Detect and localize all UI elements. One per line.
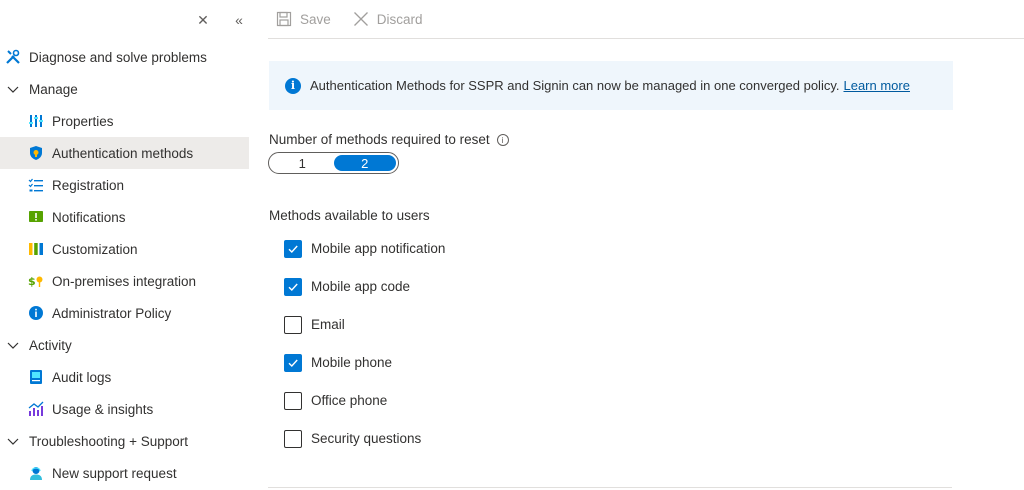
- checkmark-icon: [288, 245, 298, 254]
- sidebar-nav: Diagnose and solve problems Manage Propert…: [0, 41, 249, 489]
- diagnose-icon: [5, 49, 21, 65]
- sidebar-item-audit-logs[interactable]: Audit logs: [0, 361, 249, 393]
- save-icon: [276, 11, 292, 27]
- sidebar-item-manage[interactable]: Manage: [0, 73, 249, 105]
- administrator-policy-icon: [28, 305, 44, 321]
- sidebar: ✕ « Diagnose and solve problems Manage Pro…: [0, 0, 249, 490]
- method-checkbox[interactable]: [284, 392, 302, 410]
- info-tooltip-icon[interactable]: i: [496, 133, 509, 146]
- checkmark-icon: [288, 359, 298, 368]
- sidebar-item-customization[interactable]: Customization: [0, 233, 249, 265]
- divider: [268, 487, 952, 488]
- sidebar-item-troubleshooting-support[interactable]: Troubleshooting + Support: [0, 425, 249, 457]
- audit-logs-icon: [28, 369, 44, 385]
- save-button[interactable]: Save: [276, 11, 331, 27]
- sidebar-item-administrator-policy[interactable]: Administrator Policy: [0, 297, 249, 329]
- method-label[interactable]: Mobile phone: [311, 354, 392, 372]
- banner-text: Authentication Methods for SSPR and Sign…: [310, 78, 840, 93]
- sidebar-item-label: Notifications: [52, 209, 126, 225]
- sidebar-item-label: Customization: [52, 241, 138, 257]
- collapse-icon[interactable]: «: [231, 12, 247, 29]
- sidebar-item-authentication-methods[interactable]: Authentication methods: [0, 137, 249, 169]
- info-banner: i Authentication Methods for SSPR and Si…: [269, 61, 953, 110]
- sidebar-item-label: Activity: [29, 337, 72, 353]
- method-label[interactable]: Security questions: [311, 430, 421, 448]
- method-label[interactable]: Mobile app notification: [311, 240, 445, 258]
- sidebar-item-label: New support request: [52, 465, 177, 481]
- support-request-icon: [28, 465, 44, 481]
- reset-option-1[interactable]: 1: [271, 155, 334, 171]
- usage-insights-icon: [28, 401, 44, 417]
- authentication-methods-icon: [28, 145, 44, 161]
- sidebar-item-label: Registration: [52, 177, 125, 193]
- sidebar-item-label: Usage & insights: [52, 401, 154, 417]
- sidebar-item-label: Audit logs: [52, 369, 112, 385]
- sidebar-header-controls: ✕ «: [195, 12, 247, 29]
- customization-icon: [28, 241, 44, 257]
- sidebar-item-notifications[interactable]: Notifications: [0, 201, 249, 233]
- sidebar-item-label: Troubleshooting + Support: [29, 433, 188, 449]
- method-row-mobile-app-code: Mobile app code: [284, 278, 445, 316]
- methods-list: Mobile app notification Mobile app code Em…: [284, 240, 445, 468]
- reset-option-2[interactable]: 2: [333, 155, 396, 171]
- method-label[interactable]: Mobile app code: [311, 278, 410, 296]
- reset-count-label: Number of methods required to reset i: [269, 132, 509, 147]
- sidebar-item-label: Authentication methods: [52, 145, 194, 161]
- svg-text:$: $: [28, 275, 36, 288]
- learn-more-link[interactable]: Learn more: [843, 78, 909, 93]
- method-checkbox[interactable]: [284, 240, 302, 258]
- notifications-icon: [28, 209, 44, 225]
- method-checkbox[interactable]: [284, 316, 302, 334]
- sidebar-item-label: Administrator Policy: [52, 305, 172, 321]
- reset-count-text: Number of methods required to reset: [269, 132, 490, 147]
- method-row-security-questions: Security questions: [284, 430, 445, 468]
- method-row-office-phone: Office phone: [284, 392, 445, 430]
- sidebar-item-activity[interactable]: Activity: [0, 329, 249, 361]
- reset-count-toggle: 1 2: [268, 152, 399, 174]
- info-icon: i: [285, 77, 301, 94]
- checkmark-icon: [288, 283, 298, 292]
- discard-icon: [353, 12, 368, 26]
- sidebar-item-label: Manage: [29, 81, 78, 97]
- method-label[interactable]: Email: [311, 316, 345, 334]
- sidebar-item-label: Diagnose and solve problems: [29, 49, 207, 65]
- sidebar-item-new-support-request[interactable]: New support request: [0, 457, 249, 489]
- sidebar-item-label: On-premises integration: [52, 273, 197, 289]
- method-row-email: Email: [284, 316, 445, 354]
- method-checkbox[interactable]: [284, 354, 302, 372]
- methods-label: Methods available to users: [269, 208, 430, 223]
- method-label[interactable]: Office phone: [311, 392, 387, 410]
- sidebar-item-diagnose-and-solve-problems[interactable]: Diagnose and solve problems: [0, 41, 249, 73]
- discard-button[interactable]: Discard: [353, 11, 423, 27]
- sidebar-item-usage-insights[interactable]: Usage & insights: [0, 393, 249, 425]
- sidebar-item-label: Properties: [52, 113, 114, 129]
- chevron-down-icon: [5, 337, 21, 353]
- method-checkbox[interactable]: [284, 430, 302, 448]
- registration-icon: [28, 177, 44, 193]
- properties-icon: [28, 113, 44, 129]
- discard-label: Discard: [376, 11, 423, 27]
- close-icon[interactable]: ✕: [195, 12, 211, 29]
- chevron-down-icon: [5, 81, 21, 97]
- sidebar-item-on-premises-integration[interactable]: $ On-premises integration: [0, 265, 249, 297]
- on-premises-integration-icon: $: [28, 273, 44, 289]
- sidebar-item-registration[interactable]: Registration: [0, 169, 249, 201]
- method-checkbox[interactable]: [284, 278, 302, 296]
- command-bar: Save Discard: [268, 0, 1024, 39]
- method-row-mobile-app-notification: Mobile app notification: [284, 240, 445, 278]
- save-label: Save: [300, 11, 331, 27]
- sidebar-item-properties[interactable]: Properties: [0, 105, 249, 137]
- chevron-down-icon: [5, 433, 21, 449]
- method-row-mobile-phone: Mobile phone: [284, 354, 445, 392]
